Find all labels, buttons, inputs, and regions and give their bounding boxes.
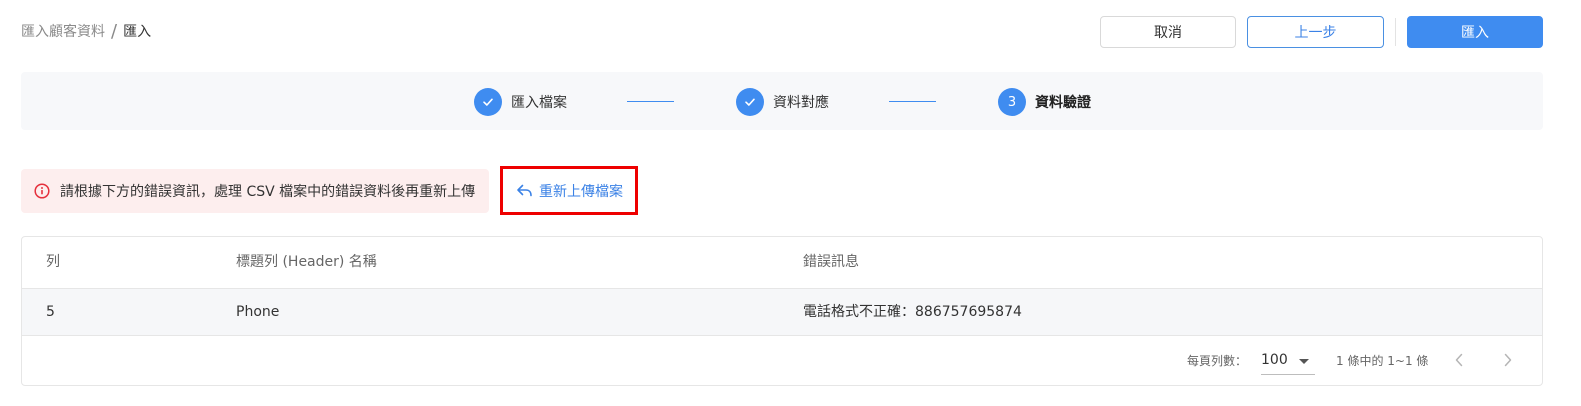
next-page-button[interactable] [1498,350,1518,370]
info-icon [34,183,50,199]
reupload-label: 重新上傳檔案 [539,183,623,200]
cancel-button[interactable]: 取消 [1100,16,1236,48]
alert-message: 請根據下方的錯誤資訊，處理 CSV 檔案中的錯誤資料後再重新上傳 [60,184,476,200]
step-label: 匯入檔案 [511,95,567,111]
breadcrumb: 匯入顧客資料 / 匯入 [21,22,151,42]
cell-error-message: 電話格式不正確：886757695874 [803,304,1022,320]
import-button[interactable]: 匯入 [1407,16,1543,48]
step-data-mapping: 資料對應 [736,88,829,116]
pagination-range: 1 條中的 1~1 條 [1336,354,1429,368]
validation-error-table: 列 標題列 (Header) 名稱 錯誤訊息 5 Phone 電話格式不正確：8… [21,236,1543,386]
step-import-file: 匯入檔案 [474,88,567,116]
pagination: 每頁列數： 100 1 條中的 1~1 條 [22,336,1542,385]
column-header-name: 標題列 (Header) 名稱 [236,254,377,270]
import-stepper: 匯入檔案 資料對應 3 資料驗證 [21,72,1543,130]
table-row: 5 Phone 電話格式不正確：886757695874 [22,289,1542,336]
step-connector [627,101,674,102]
cell-header-name: Phone [236,304,280,320]
chevron-left-icon [1455,353,1463,367]
previous-page-button[interactable] [1449,350,1469,370]
error-alert: 請根據下方的錯誤資訊，處理 CSV 檔案中的錯誤資料後再重新上傳 [21,169,489,213]
toolbar-divider [1395,18,1396,46]
reply-icon [516,182,533,199]
step-data-validation: 3 資料驗證 [998,88,1091,116]
table-header: 列 標題列 (Header) 名稱 錯誤訊息 [22,237,1542,289]
dropdown-caret-icon [1299,359,1309,364]
cell-row-number: 5 [46,304,55,320]
column-header-row: 列 [46,254,60,270]
step-label: 資料對應 [773,95,829,111]
column-header-error: 錯誤訊息 [803,254,859,270]
breadcrumb-current: 匯入 [123,24,152,40]
step-number: 3 [998,88,1026,116]
step-label: 資料驗證 [1035,95,1091,111]
previous-step-button[interactable]: 上一步 [1247,16,1384,48]
step-connector [889,101,936,102]
breadcrumb-separator: / [111,21,118,42]
rows-per-page-select[interactable]: 100 [1261,348,1315,375]
chevron-right-icon [1504,353,1512,367]
reupload-file-button[interactable]: 重新上傳檔案 [500,166,638,215]
rows-per-page-label: 每頁列數： [1187,354,1248,368]
check-icon [736,88,764,116]
top-bar: 匯入顧客資料 / 匯入 取消 上一步 匯入 [0,0,1581,64]
breadcrumb-parent[interactable]: 匯入顧客資料 [21,22,105,42]
rows-per-page-value: 100 [1261,352,1288,368]
check-icon [474,88,502,116]
